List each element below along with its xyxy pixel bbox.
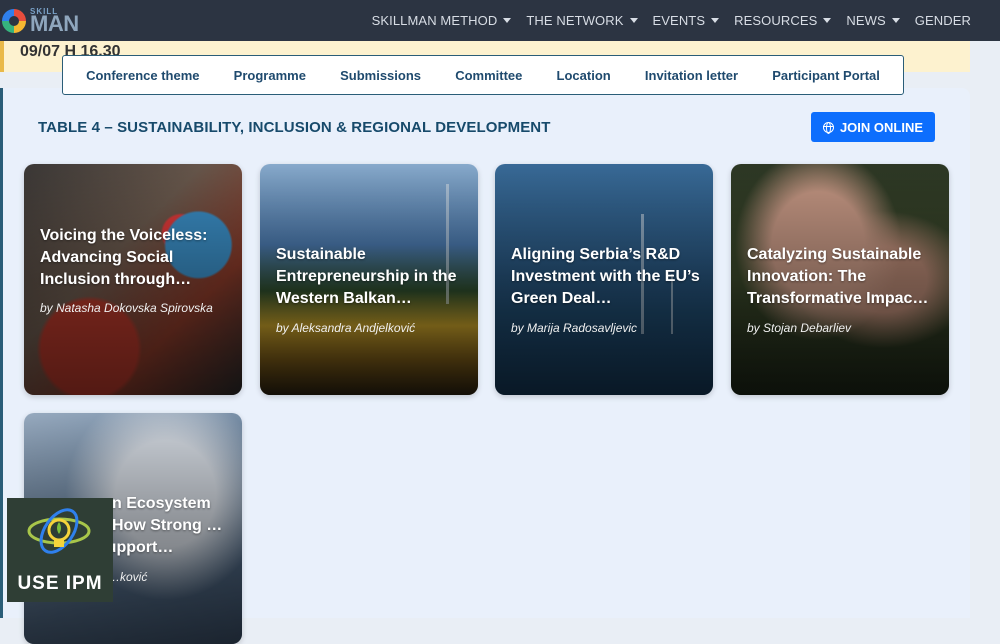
subnav-location[interactable]: Location [557,68,611,83]
logo-mark-icon [2,9,26,33]
badge-text: USE IPM [17,573,103,594]
presentation-card[interactable]: Sustainable Entrepreneurship in the West… [260,164,478,395]
caret-down-icon [891,18,900,23]
nav-item-the-network[interactable]: THE NETWORK [526,13,638,28]
card-author: by Stojan Debarliev [747,321,852,335]
panel-title: TABLE 4 – SUSTAINABILITY, INCLUSION & RE… [38,119,551,136]
card-author: by Aleksandra Andjelković [276,321,416,335]
caret-down-icon [823,18,832,23]
subnav-participant-portal[interactable]: Participant Portal [772,68,880,83]
nav-label: GENDER [914,13,971,28]
globe-icon [822,121,834,134]
nav-label: THE NETWORK [526,13,624,28]
skillman-logo[interactable]: SKILL MAN [0,6,95,36]
card-title: Sustainable Entrepreneurship in the West… [276,246,457,307]
join-online-label: JOIN ONLINE [839,119,924,135]
caret-down-icon [629,18,638,23]
nav-label: SKILLMAN METHOD [371,13,498,28]
subnav-submissions[interactable]: Submissions [340,68,421,83]
top-navbar: SKILL MAN SKILLMAN METHOD THE NETWORK EV… [0,0,1000,41]
presentation-card[interactable]: Catalyzing Sustainable Innovation: The T… [731,164,949,395]
conference-subnav: Conference theme Programme Submissions C… [62,55,904,95]
logo-big-text: MAN [30,11,79,36]
card-title: Aligning Serbia’s R&D Investment with th… [511,246,700,307]
main-nav: SKILLMAN METHOD THE NETWORK EVENTS RESOU… [372,0,971,41]
caret-down-icon [503,18,512,23]
join-online-button[interactable]: JOIN ONLINE [811,112,935,142]
use-ipm-badge[interactable]: USE IPM [7,498,113,602]
nav-item-resources[interactable]: RESOURCES [734,13,832,28]
presentation-card[interactable]: Voicing the Voiceless: Advancing Social … [24,164,242,395]
card-author: by Natasha Dokovska Spirovska [40,301,213,315]
card-author: …ković [108,570,148,584]
nav-item-skillman-method[interactable]: SKILLMAN METHOD [372,13,512,28]
subnav-invitation-letter[interactable]: Invitation letter [645,68,738,83]
nav-label: EVENTS [652,13,706,28]
nav-item-events[interactable]: EVENTS [653,13,720,28]
presentation-card[interactable]: Aligning Serbia’s R&D Investment with th… [495,164,713,395]
nav-label: NEWS [846,13,886,28]
caret-down-icon [711,18,720,23]
nav-item-news[interactable]: NEWS [846,13,900,28]
subnav-programme[interactable]: Programme [234,68,306,83]
card-title: Voicing the Voiceless: Advancing Social … [40,227,208,288]
lightbulb-atom-icon [27,508,91,554]
subnav-committee[interactable]: Committee [455,68,522,83]
card-title: Catalyzing Sustainable Innovation: The T… [747,246,929,307]
nav-label: RESOURCES [734,13,818,28]
card-author: by Marija Radosavljevic [511,321,638,335]
nav-item-gender[interactable]: GENDER [915,13,971,28]
card-title: …n Ecosystem …How Strong …Support… [96,495,223,556]
subnav-conference-theme[interactable]: Conference theme [86,68,199,83]
